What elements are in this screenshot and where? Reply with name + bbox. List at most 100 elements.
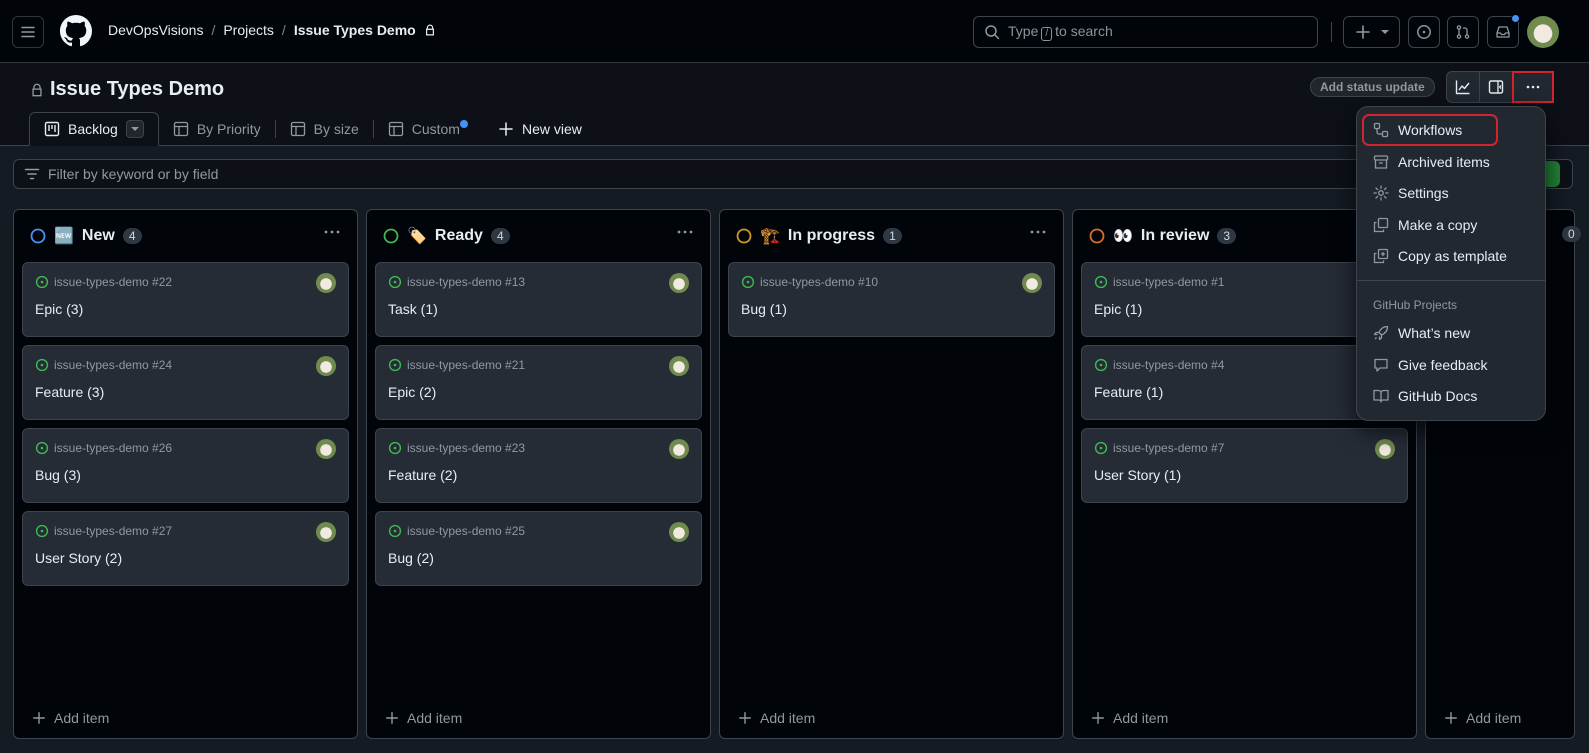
project-title: Issue Types Demo <box>30 78 224 101</box>
issue-ref-text: issue-types-demo #22 <box>54 275 173 289</box>
issue-card[interactable]: issue-types-demo #25 Bug (2) <box>375 511 702 586</box>
issue-reference[interactable]: issue-types-demo #13 <box>388 275 525 289</box>
menu-item-github-docs[interactable]: GitHub Docs <box>1363 381 1541 411</box>
menu-item-make-a-copy[interactable]: Make a copy <box>1363 210 1541 240</box>
issue-reference[interactable]: issue-types-demo #26 <box>35 441 172 455</box>
add-item-button[interactable]: Add item <box>1444 710 1521 726</box>
side-panel-button[interactable] <box>1480 72 1513 102</box>
breadcrumb-projects[interactable]: Projects <box>223 22 274 38</box>
tab-by-size[interactable]: By size <box>276 112 373 146</box>
issue-title[interactable]: Feature (3) <box>35 384 104 400</box>
issue-card[interactable]: issue-types-demo #23 Feature (2) <box>375 428 702 503</box>
issue-card[interactable]: issue-types-demo #7 User Story (1) <box>1081 428 1408 503</box>
assignee-avatar[interactable] <box>316 273 336 293</box>
copy-icon <box>1373 217 1389 233</box>
issue-reference[interactable]: issue-types-demo #22 <box>35 275 172 289</box>
issue-title[interactable]: Task (1) <box>388 301 438 317</box>
issue-reference[interactable]: issue-types-demo #4 <box>1094 358 1224 372</box>
menu-item-give-feedback[interactable]: Give feedback <box>1363 350 1541 380</box>
issue-reference[interactable]: issue-types-demo #25 <box>388 524 525 538</box>
assignee-avatar[interactable] <box>1375 439 1395 459</box>
add-item-button[interactable]: Add item <box>1091 710 1168 726</box>
view-options-button[interactable] <box>125 120 144 138</box>
issue-reference[interactable]: issue-types-demo #21 <box>388 358 525 372</box>
issue-card[interactable]: issue-types-demo #26 Bug (3) <box>22 428 349 503</box>
tab-custom[interactable]: Custom <box>374 112 474 146</box>
assignee-avatar[interactable] <box>1022 273 1042 293</box>
issues-button[interactable] <box>1408 16 1440 48</box>
assignee-avatar[interactable] <box>316 522 336 542</box>
issue-title[interactable]: User Story (1) <box>1094 467 1181 483</box>
project-title-text[interactable]: Issue Types Demo <box>50 78 224 101</box>
assignee-avatar[interactable] <box>669 356 689 376</box>
global-header: DevOpsVisions / Projects / Issue Types D… <box>0 0 1589 63</box>
kebab-horizontal-icon <box>1030 230 1046 234</box>
tab-backlog[interactable]: Backlog <box>29 112 159 146</box>
menu-button[interactable] <box>12 16 44 48</box>
github-logo-icon[interactable] <box>60 15 92 47</box>
issue-reference[interactable]: issue-types-demo #1 <box>1094 275 1224 289</box>
issue-reference[interactable]: issue-types-demo #23 <box>388 441 525 455</box>
issue-card[interactable]: issue-types-demo #22 Epic (3) <box>22 262 349 337</box>
add-status-update-button[interactable]: Add status update <box>1310 77 1435 97</box>
issue-title[interactable]: Bug (3) <box>35 467 81 483</box>
issue-title[interactable]: Epic (1) <box>1094 301 1142 317</box>
issue-reference[interactable]: issue-types-demo #7 <box>1094 441 1224 455</box>
project-options-menu: Workflows Archived items Settings Make a… <box>1356 106 1546 421</box>
assignee-avatar[interactable] <box>669 522 689 542</box>
breadcrumb-org[interactable]: DevOpsVisions <box>108 22 203 38</box>
add-item-button[interactable]: Add item <box>738 710 815 726</box>
assignee-avatar[interactable] <box>316 356 336 376</box>
add-item-button[interactable]: Add item <box>385 710 462 726</box>
issue-title[interactable]: Feature (2) <box>388 467 457 483</box>
assignee-avatar[interactable] <box>316 439 336 459</box>
plus-icon <box>499 122 513 136</box>
column-options-button[interactable] <box>1029 224 1047 240</box>
kebab-horizontal-icon <box>677 230 693 234</box>
issue-ref-text: issue-types-demo #24 <box>54 358 173 372</box>
project-actions <box>1446 71 1554 103</box>
issue-title[interactable]: Bug (1) <box>741 301 787 317</box>
tab-by-priority[interactable]: By Priority <box>159 112 275 146</box>
add-item-button[interactable]: Add item <box>32 710 109 726</box>
search-input[interactable]: Type / to search <box>973 16 1318 48</box>
new-view-button[interactable]: New view <box>484 112 596 146</box>
issue-reference[interactable]: issue-types-demo #10 <box>741 275 878 289</box>
menu-item-archived-items[interactable]: Archived items <box>1363 147 1541 177</box>
filter-input[interactable]: Filter by keyword or by field <box>13 159 1573 189</box>
more-options-button[interactable] <box>1512 71 1554 103</box>
breadcrumb-current[interactable]: Issue Types Demo <box>294 22 416 38</box>
issue-ref-text: issue-types-demo #13 <box>407 275 526 289</box>
insights-button[interactable] <box>1447 72 1480 102</box>
issue-title[interactable]: Epic (2) <box>388 384 436 400</box>
issue-title[interactable]: Epic (3) <box>35 301 83 317</box>
create-new-button[interactable] <box>1343 16 1400 48</box>
issue-card[interactable]: issue-types-demo #10 Bug (1) <box>728 262 1055 337</box>
column-name: In review <box>1140 227 1210 244</box>
issue-title[interactable]: Feature (1) <box>1094 384 1163 400</box>
issue-title[interactable]: Bug (2) <box>388 550 434 566</box>
menu-item-copy-as-template[interactable]: Copy as template <box>1363 241 1541 271</box>
issue-card[interactable]: issue-types-demo #27 User Story (2) <box>22 511 349 586</box>
assignee-avatar[interactable] <box>669 273 689 293</box>
assignee-avatar[interactable] <box>669 439 689 459</box>
menu-item-settings[interactable]: Settings <box>1363 178 1541 208</box>
issue-reference[interactable]: issue-types-demo #24 <box>35 358 172 372</box>
pull-requests-button[interactable] <box>1447 16 1479 48</box>
column-count: 1 <box>883 228 902 244</box>
issue-card[interactable]: issue-types-demo #21 Epic (2) <box>375 345 702 420</box>
issue-reference[interactable]: issue-types-demo #27 <box>35 524 172 538</box>
menu-item-whats-new[interactable]: What’s new <box>1363 318 1541 348</box>
board-column: 🏗️ In progress 1 issue-types-demo #10 Bug (1… <box>719 209 1064 739</box>
issue-title[interactable]: User Story (2) <box>35 550 122 566</box>
issue-card[interactable]: issue-types-demo #13 Task (1) <box>375 262 702 337</box>
add-item-label: Add item <box>1113 710 1169 726</box>
menu-item-workflows[interactable]: Workflows <box>1362 114 1498 146</box>
user-avatar[interactable] <box>1527 16 1559 48</box>
issue-opened-icon <box>1417 25 1431 39</box>
issue-card[interactable]: issue-types-demo #24 Feature (3) <box>22 345 349 420</box>
column-count: 3 <box>1217 228 1237 244</box>
status-circle-icon <box>1089 228 1105 244</box>
column-options-button[interactable] <box>676 224 694 240</box>
column-options-button[interactable] <box>323 224 341 240</box>
